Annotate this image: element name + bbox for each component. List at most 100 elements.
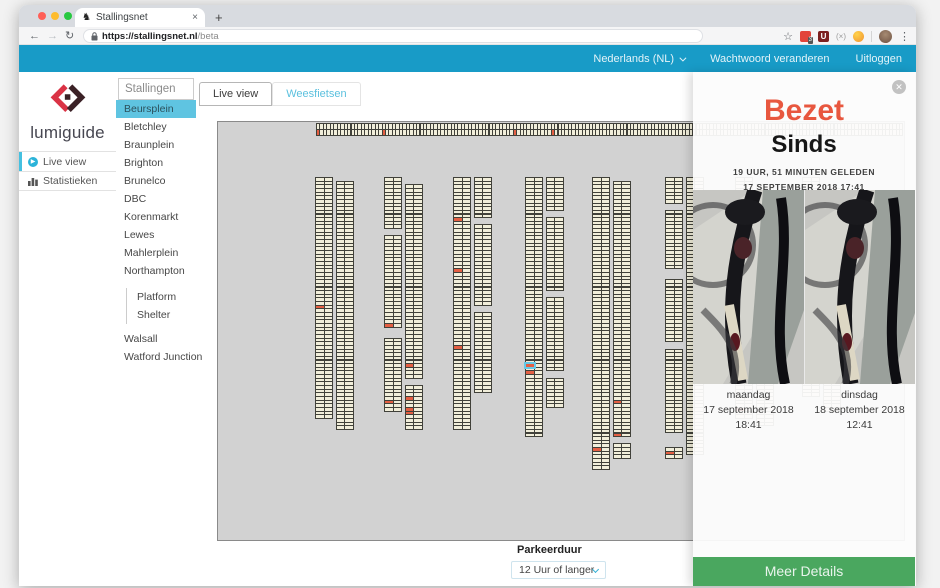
sidebar-item-label: Live view bbox=[43, 156, 86, 168]
parkeerduur-select[interactable]: 12 Uur of langer bbox=[511, 561, 606, 579]
parking-spot[interactable] bbox=[601, 465, 611, 470]
stalling-item-brighton[interactable]: Brighton bbox=[116, 154, 196, 172]
stalling-item-shelter[interactable]: Shelter bbox=[127, 306, 196, 324]
parking-spot[interactable] bbox=[554, 287, 564, 292]
since-title: Sinds bbox=[693, 131, 915, 159]
language-selector[interactable]: Nederlands (NL) bbox=[593, 53, 684, 65]
live-view-icon: ▶ bbox=[28, 157, 38, 167]
caption-time: 12:41 bbox=[804, 418, 915, 433]
parking-spot[interactable] bbox=[482, 214, 492, 219]
forward-icon[interactable]: → bbox=[47, 27, 58, 45]
browser-tab[interactable]: ♞ Stallingsnet × bbox=[75, 8, 205, 27]
stalling-item-walsall[interactable]: Walsall bbox=[116, 330, 196, 348]
stallingen-group: BeurspleinBletchleyBraunpleinBrightonBru… bbox=[116, 100, 196, 280]
photo-caption: dinsdag 18 september 2018 12:41 bbox=[804, 388, 915, 433]
change-password-link[interactable]: Wachtwoord veranderen bbox=[710, 53, 829, 65]
page-content: lumiguide ▶ Live view Statistieken Stall… bbox=[19, 72, 916, 586]
occupancy-photo[interactable] bbox=[693, 190, 804, 384]
brand-logo: lumiguide bbox=[19, 72, 116, 143]
reload-icon[interactable]: ↻ bbox=[65, 27, 74, 45]
chevron-down-icon bbox=[679, 54, 686, 61]
browser-tab-strip: ♞ Stallingsnet × + bbox=[19, 5, 916, 27]
tab-close-icon[interactable]: × bbox=[192, 12, 198, 23]
parking-spot[interactable] bbox=[482, 389, 492, 394]
tab-weesfietsen[interactable]: Weesfietsen bbox=[272, 82, 360, 106]
extension-emoji-icon[interactable] bbox=[853, 31, 864, 42]
parking-spot[interactable] bbox=[554, 367, 564, 372]
back-icon[interactable]: ← bbox=[29, 27, 40, 45]
profile-avatar[interactable] bbox=[879, 30, 892, 43]
extension-paren-icon[interactable]: (×) bbox=[836, 31, 846, 42]
bike-photo-graphic bbox=[693, 190, 804, 384]
macos-close-button[interactable] bbox=[38, 12, 46, 20]
stalling-item-beursplein[interactable]: Beursplein bbox=[116, 100, 196, 118]
parking-spot[interactable] bbox=[393, 323, 403, 328]
sidebar-item-live-view[interactable]: ▶ Live view bbox=[19, 151, 116, 171]
ublock-extension-icon[interactable]: U bbox=[818, 31, 829, 42]
tab-favicon-icon: ♞ bbox=[82, 13, 91, 23]
browser-window: ♞ Stallingsnet × + ← → ↻ https://stallin… bbox=[19, 5, 916, 586]
browser-menu-icon[interactable]: ⋮ bbox=[899, 30, 910, 43]
parking-spot[interactable] bbox=[674, 454, 684, 459]
url-text: https://stallingsnet.nl/beta bbox=[102, 31, 219, 42]
parking-spot[interactable] bbox=[554, 403, 564, 408]
parking-spot[interactable] bbox=[324, 414, 334, 419]
new-tab-button[interactable]: + bbox=[215, 8, 223, 27]
stalling-item-brunelco[interactable]: Brunelco bbox=[116, 172, 196, 190]
since-relative: 19 UUR, 51 MINUTEN GELEDEN bbox=[693, 167, 915, 177]
stallingen-subgroup: PlatformShelter bbox=[126, 288, 196, 324]
bar-chart-icon bbox=[28, 177, 38, 186]
parkeerduur-label: Parkeerduur bbox=[511, 544, 606, 556]
parking-spot[interactable] bbox=[413, 425, 423, 430]
parking-spot[interactable] bbox=[674, 199, 684, 204]
parking-spot[interactable] bbox=[621, 454, 631, 459]
stalling-item-northampton[interactable]: Northampton bbox=[116, 262, 196, 280]
stalling-item-korenmarkt[interactable]: Korenmarkt bbox=[116, 208, 196, 226]
parking-spot[interactable] bbox=[621, 433, 631, 438]
stalling-item-watford-junction[interactable]: Watford Junction bbox=[116, 348, 196, 366]
tab-live-view[interactable]: Live view bbox=[199, 82, 272, 106]
stallingen-title: Stallingen bbox=[118, 78, 194, 100]
bookmark-star-icon[interactable]: ☆ bbox=[783, 30, 793, 43]
parking-spot[interactable] bbox=[344, 425, 354, 430]
stalling-item-bletchley[interactable]: Bletchley bbox=[116, 118, 196, 136]
parking-spot[interactable] bbox=[393, 407, 403, 412]
occupancy-status: Bezet bbox=[693, 94, 915, 128]
stalling-item-dbc[interactable]: DBC bbox=[116, 190, 196, 208]
logout-link[interactable]: Uitloggen bbox=[856, 53, 902, 65]
occupancy-photo[interactable] bbox=[805, 190, 916, 384]
sidebar-item-label: Statistieken bbox=[43, 175, 97, 187]
macos-minimize-button[interactable] bbox=[51, 12, 59, 20]
stalling-item-platform[interactable]: Platform bbox=[127, 288, 196, 306]
bike-photo-graphic bbox=[805, 190, 916, 384]
caption-day: maandag bbox=[693, 388, 804, 403]
close-icon[interactable]: ✕ bbox=[892, 80, 906, 94]
caption-day: dinsdag bbox=[804, 388, 915, 403]
tab-title: Stallingsnet bbox=[96, 12, 187, 23]
parking-spot[interactable] bbox=[554, 206, 564, 211]
parking-spot[interactable] bbox=[674, 338, 684, 343]
stallingen-list: BeurspleinBletchleyBraunpleinBrightonBru… bbox=[116, 100, 196, 366]
spot-detail-panel: ✕ Bezet Sinds 19 UUR, 51 MINUTEN GELEDEN… bbox=[693, 72, 915, 586]
parking-spot[interactable] bbox=[674, 265, 684, 270]
stalling-item-lewes[interactable]: Lewes bbox=[116, 226, 196, 244]
stallingen-group: WalsallWatford Junction bbox=[116, 330, 196, 366]
extension-icon[interactable]: 3 bbox=[800, 31, 811, 42]
address-bar[interactable]: https://stallingsnet.nl/beta bbox=[83, 29, 703, 43]
macos-zoom-button[interactable] bbox=[64, 12, 72, 20]
meer-details-button[interactable]: Meer Details bbox=[693, 557, 915, 586]
lumiguide-logo-icon bbox=[49, 81, 87, 117]
caption-date: 17 september 2018 bbox=[693, 403, 804, 418]
sidebar-item-statistieken[interactable]: Statistieken bbox=[19, 171, 116, 191]
parkeerduur-value: 12 Uur of langer bbox=[519, 564, 594, 576]
stallingen-panel: Stallingen BeurspleinBletchleyBraunplein… bbox=[116, 72, 196, 366]
parking-spot[interactable] bbox=[534, 433, 544, 438]
parking-spot[interactable] bbox=[393, 224, 403, 229]
selected-spot-ring[interactable] bbox=[524, 362, 537, 370]
parking-spot[interactable] bbox=[482, 301, 492, 306]
stalling-item-braunplein[interactable]: Braunplein bbox=[116, 136, 196, 154]
parking-spot[interactable] bbox=[674, 429, 684, 434]
stalling-item-mahlerplein[interactable]: Mahlerplein bbox=[116, 244, 196, 262]
parking-spot[interactable] bbox=[413, 374, 423, 379]
parking-spot[interactable] bbox=[462, 425, 472, 430]
